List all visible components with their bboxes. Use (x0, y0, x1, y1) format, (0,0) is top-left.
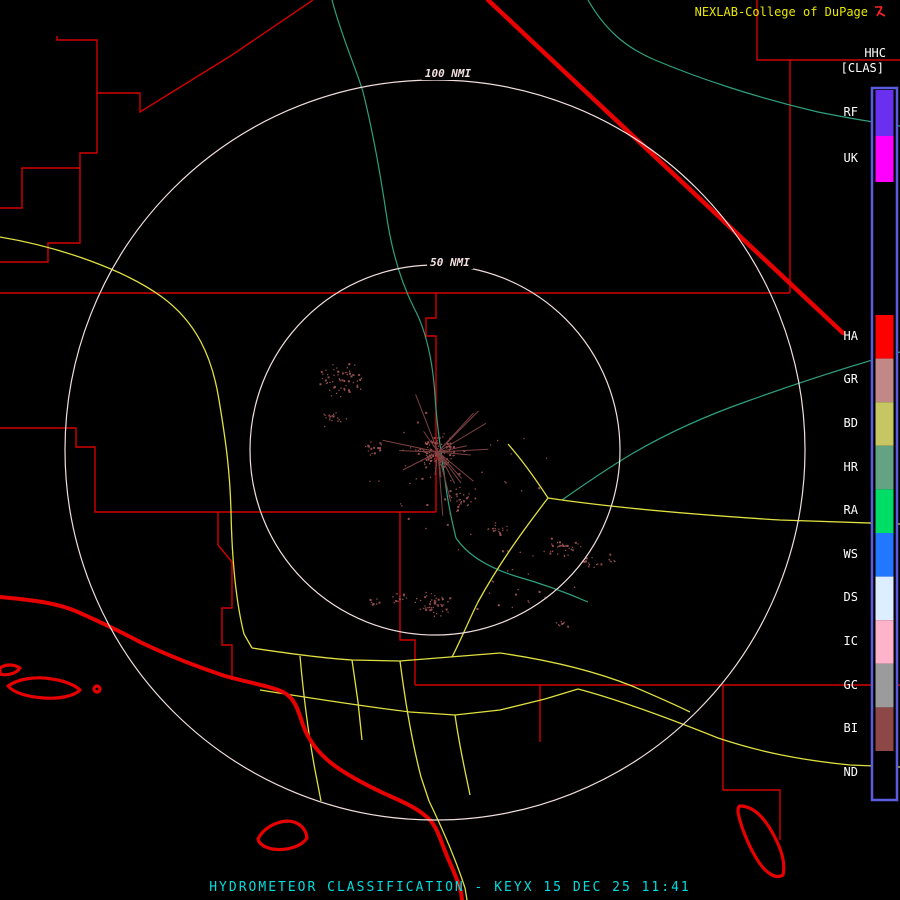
road-line (452, 498, 548, 657)
county-line (57, 0, 313, 112)
legend-label-hr: HR (844, 460, 858, 474)
legend-swatch-gc (876, 664, 894, 708)
legend-label-rf: RF (844, 105, 858, 119)
radar-map (0, 0, 900, 900)
island-outline (94, 686, 100, 692)
island-outline (258, 821, 307, 850)
legend-swatch-nd (876, 751, 894, 795)
legend-swatch-ds (876, 577, 894, 621)
legend-label-ds: DS (844, 590, 858, 604)
ring-label-100nmi: 100 NMI (422, 67, 474, 80)
roads-layer (0, 237, 900, 900)
road-line (455, 715, 470, 795)
county-line (723, 685, 780, 840)
legend-swatch-bi (876, 707, 894, 751)
legend-swatch-bd (876, 402, 894, 446)
legend-product-label: HHC (864, 46, 886, 60)
legend-label-bi: BI (844, 721, 858, 735)
legend-label-ra: RA (844, 503, 858, 517)
county-line (0, 168, 80, 262)
legend-label-ha: HA (844, 329, 858, 343)
county-line (400, 512, 415, 685)
coastline (0, 597, 462, 900)
cod-logo-icon (873, 4, 888, 19)
island-outline (738, 806, 784, 876)
legend-label-gc: GC (844, 678, 858, 692)
legend-label-ws: WS (844, 547, 858, 561)
road-line (352, 660, 362, 740)
county-line (218, 512, 232, 680)
county-line (0, 93, 97, 208)
ring-label-50nmi: 50 NMI (427, 256, 473, 269)
legend-label-bd: BD (844, 416, 858, 430)
road-line (455, 689, 578, 715)
legend-label-nd: ND (844, 765, 858, 779)
radar-display: NEXLAB-College of DuPage 100 NMI 50 NMI … (0, 0, 900, 900)
legend-swatch-ha (876, 315, 894, 359)
range-ring-50nmi (250, 265, 620, 635)
road-line (252, 648, 500, 661)
islands-layer (0, 665, 784, 876)
legend-swatch-hr (876, 446, 894, 490)
county-line (426, 293, 436, 512)
radar-echo-layer (320, 363, 616, 628)
legend-swatch-ws (876, 533, 894, 577)
site-title: NEXLAB-College of DuPage (695, 5, 868, 19)
road-line (508, 444, 548, 498)
county-boundaries-layer (0, 0, 900, 840)
road-line (0, 237, 252, 648)
legend-label-ic: IC (844, 634, 858, 648)
product-title: HYDROMETEOR CLASSIFICATION - KEYX 15 DEC… (0, 880, 900, 895)
header: NEXLAB-College of DuPage (695, 4, 888, 19)
legend-swatch-uk (876, 136, 894, 182)
legend-label-uk: UK (844, 151, 858, 165)
island-outline (0, 665, 20, 675)
legend-swatch-rf (876, 90, 894, 136)
legend-swatch-ra (876, 489, 894, 533)
coastline-layer (0, 597, 462, 900)
legend-label-gr: GR (844, 372, 858, 386)
legend-swatch-ic (876, 620, 894, 664)
legend-color-bar (872, 88, 897, 800)
legend-mode-label: [CLAS] (841, 61, 884, 75)
legend-swatch-gr (876, 359, 894, 403)
island-outline (8, 678, 80, 698)
